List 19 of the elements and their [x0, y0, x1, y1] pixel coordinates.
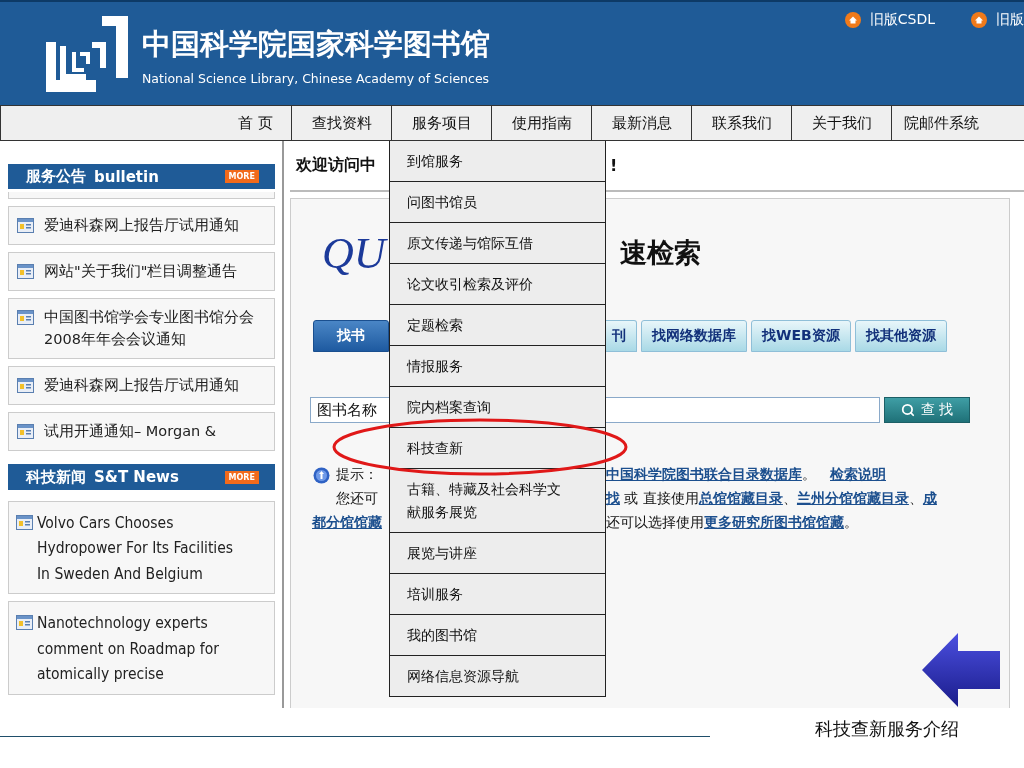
quick-search-logo: QU — [322, 227, 386, 279]
quick-search-title: 速检索 — [620, 236, 701, 270]
hint-text: 、 — [782, 490, 797, 508]
welcome-heading-end: ! — [610, 156, 618, 175]
hint-text: 、 — [908, 490, 923, 508]
hint-text: 。 — [844, 514, 858, 532]
section-title-english: bulletin — [94, 167, 159, 186]
welcome-heading: 欢迎访问中 — [296, 155, 376, 176]
site-subtitle: National Science Library, Chinese Academy of Sciences — [142, 71, 490, 86]
hint-text: 或 直接使用 — [623, 490, 699, 508]
section-title: 科技新闻 — [26, 467, 86, 487]
hint-text: 您还可 — [336, 490, 378, 508]
section-title-english: S&T News — [94, 468, 179, 487]
slide-caption: 科技查新服务介绍 — [815, 717, 959, 741]
hint-text: 提示： — [336, 466, 378, 484]
section-title: 服务公告 — [26, 167, 86, 187]
hint-text: 还可以选择使用 — [606, 514, 704, 532]
hint-text: 。 — [802, 466, 816, 484]
site-title: 中国科学院国家科学图书馆 — [142, 26, 490, 63]
